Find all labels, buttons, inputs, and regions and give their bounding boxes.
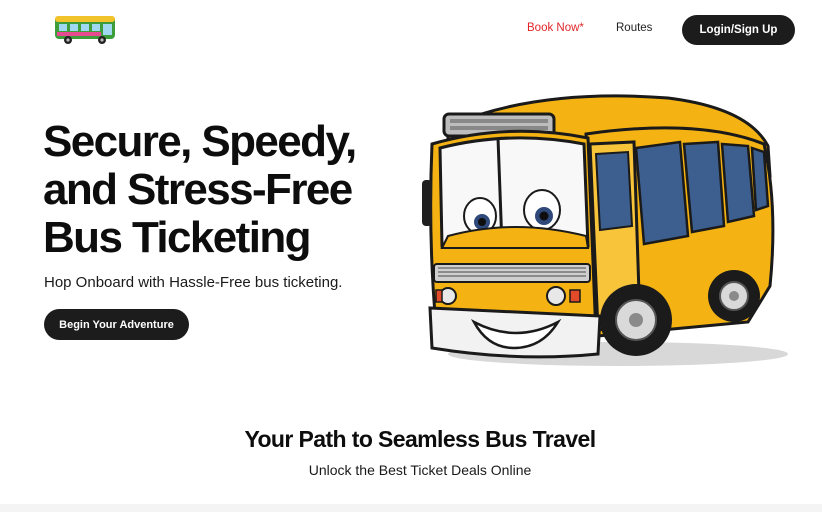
hero-title-line-3: Bus Ticketing <box>43 213 312 262</box>
navbar: Book Now* Routes Login/Sign Up <box>0 0 822 60</box>
hero-subtitle: Hop Onboard with Hassle-Free bus ticketi… <box>44 274 343 291</box>
section-subtitle: Unlock the Best Ticket Deals Online <box>308 462 532 478</box>
login-signup-button[interactable]: Login/Sign Up <box>682 15 795 45</box>
hero-title: Secure, Speedy, and Stress-Free Bus Tick… <box>43 118 383 262</box>
section-divider <box>0 504 822 512</box>
nav-book-now-link[interactable]: Book Now* <box>527 22 584 34</box>
hero-title-line-2: and Stress-Free <box>43 165 353 214</box>
nav-routes-link[interactable]: Routes <box>616 22 652 34</box>
hero-title-line-1: Secure, Speedy, <box>43 117 357 166</box>
section-title: Your Path to Seamless Bus Travel <box>244 426 596 452</box>
bus-logo-icon[interactable] <box>53 13 117 45</box>
begin-adventure-button[interactable]: Begin Your Adventure <box>44 309 189 340</box>
cartoon-bus-illustration <box>422 94 788 366</box>
